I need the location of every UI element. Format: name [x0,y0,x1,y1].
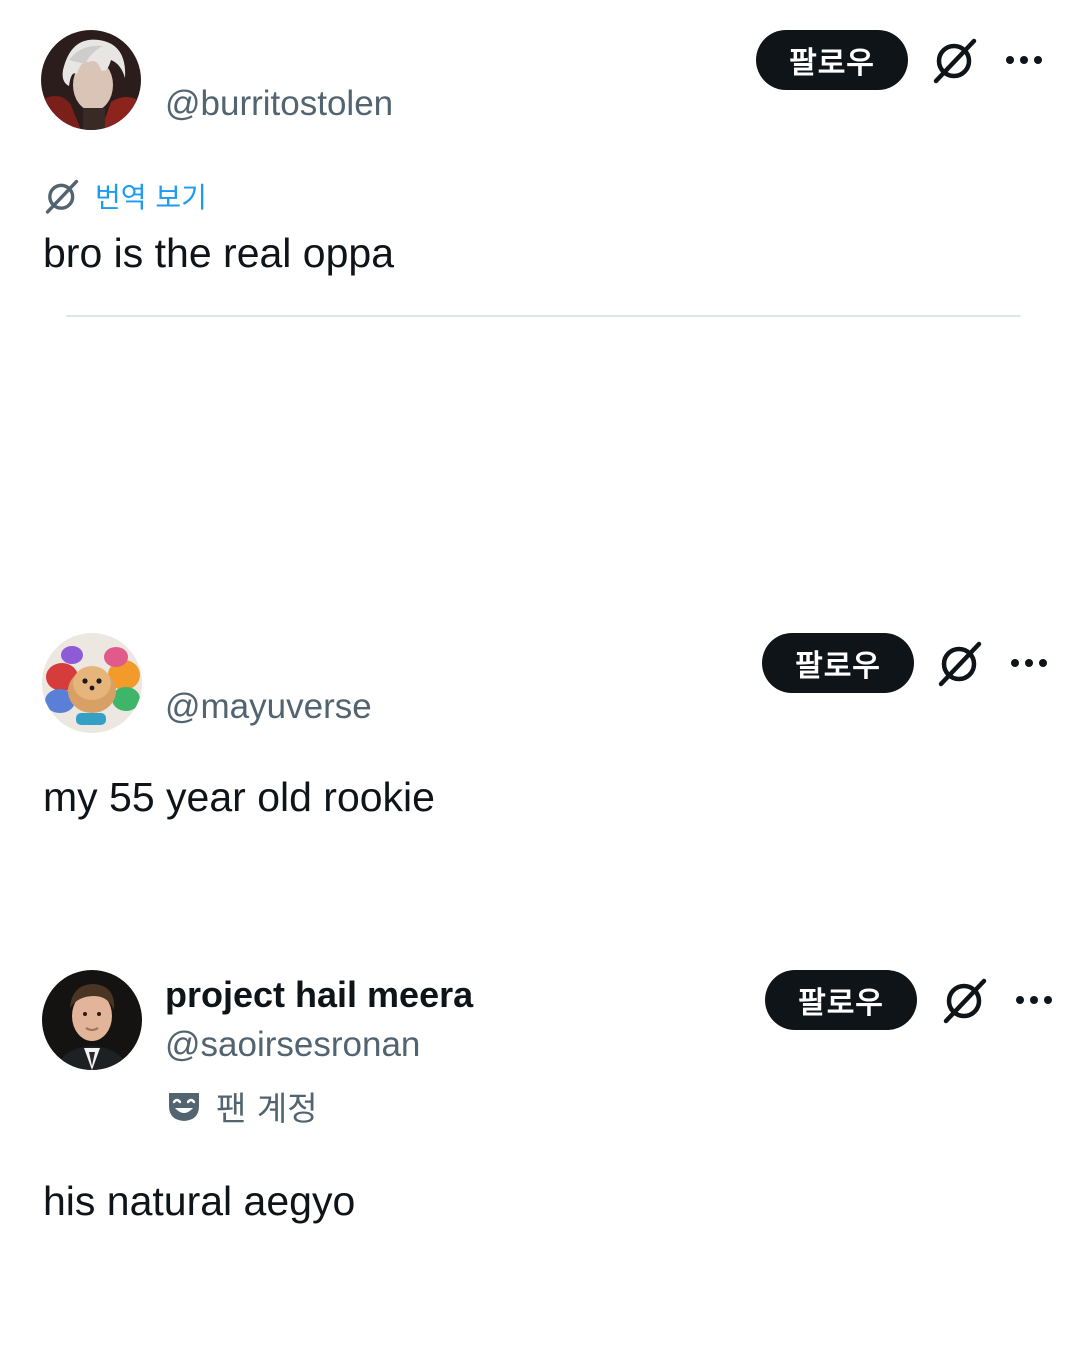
reply-post-3: project hail meera @saoirsesronan 팬 계정 팔… [0,0,1080,1300]
avatar[interactable] [42,970,142,1070]
avatar-image [42,970,142,1070]
display-name[interactable]: project hail meera [165,974,473,1016]
follow-button[interactable]: 팔로우 [765,970,917,1030]
fan-account-label: 팬 계정 [216,1089,318,1128]
grok-icon[interactable] [940,975,990,1025]
tweet-text: his natural aegyo [43,1178,356,1224]
theater-mask-icon [169,1093,199,1121]
fan-account-badge: 팬 계정 [166,1084,318,1128]
user-handle[interactable]: @saoirsesronan [165,1025,420,1065]
more-icon[interactable] [1013,993,1057,1007]
